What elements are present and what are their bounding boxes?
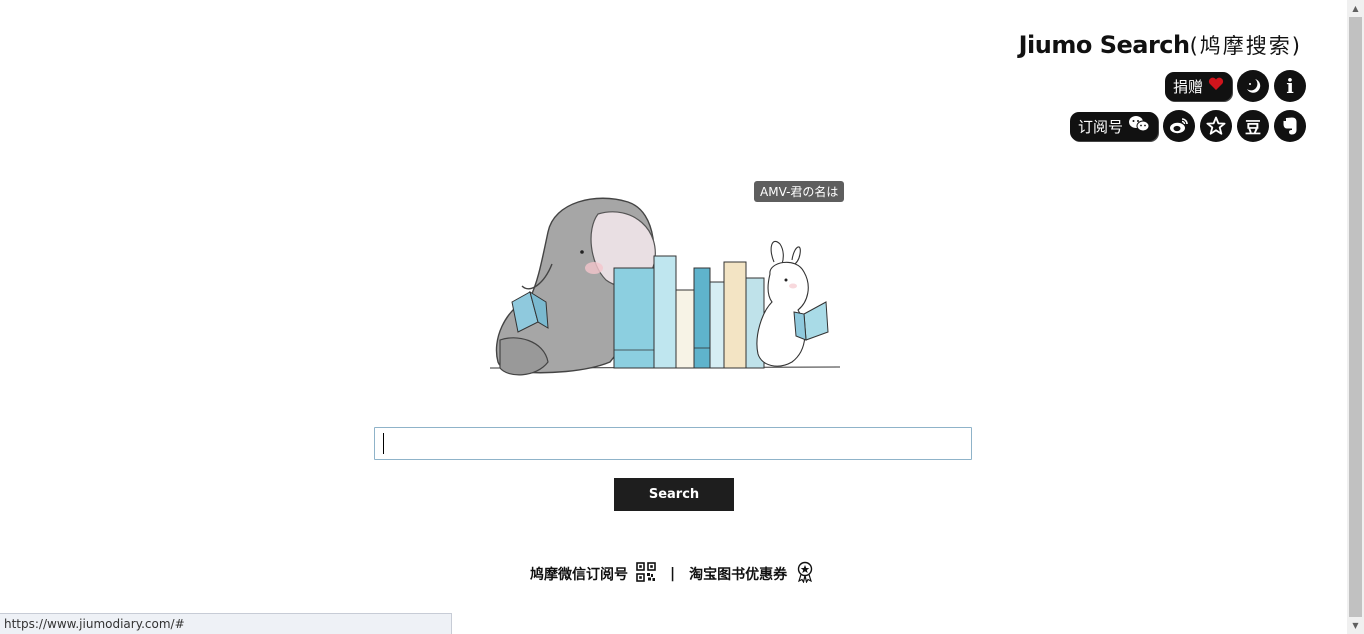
- wechat-subscription-link[interactable]: 鸠摩微信订阅号: [530, 564, 628, 584]
- taobao-coupon-link[interactable]: 淘宝图书优惠券: [689, 564, 787, 584]
- page: Jiumo Search(鸠摩搜索) 捐赠 i 订阅号 豆 AMV-君の名は S…: [0, 0, 1364, 634]
- footer-separator: |: [670, 566, 676, 582]
- donate-label: 捐赠: [1172, 77, 1203, 96]
- search-input[interactable]: [374, 427, 972, 460]
- star-icon: [1206, 116, 1226, 136]
- elephant-rabbit-reading-illustration[interactable]: [486, 190, 846, 389]
- wechat-icon: [1128, 115, 1150, 137]
- scroll-up-arrow-icon[interactable]: ▲: [1347, 0, 1364, 17]
- evernote-icon: [1281, 116, 1299, 136]
- subscribe-button[interactable]: 订阅号: [1069, 111, 1158, 141]
- scrollbar-thumb[interactable]: [1349, 17, 1362, 617]
- search-button[interactable]: Search: [614, 478, 734, 511]
- browser-status-bar: https://www.jiumodiary.com/#: [0, 613, 452, 634]
- favorite-button[interactable]: [1200, 110, 1232, 142]
- donate-button[interactable]: 捐赠: [1164, 71, 1232, 101]
- douban-icon: 豆: [1244, 118, 1261, 137]
- douban-button[interactable]: 豆: [1237, 110, 1269, 142]
- info-icon: i: [1286, 74, 1294, 98]
- site-title-cn: (鸠摩搜索): [1189, 34, 1302, 58]
- subscribe-label: 订阅号: [1077, 117, 1123, 136]
- heart-icon: [1208, 77, 1224, 95]
- footer-links: 鸠摩微信订阅号 | 淘宝图书优惠券: [530, 561, 815, 587]
- vertical-scrollbar[interactable]: ▲ ▼: [1347, 0, 1364, 634]
- text-caret: [383, 433, 384, 454]
- coupon-badge-icon[interactable]: [795, 561, 815, 587]
- qr-code-icon[interactable]: [636, 562, 656, 586]
- header-actions-row2: 订阅号 豆: [1069, 110, 1306, 142]
- site-title: Jiumo Search(鸠摩搜索): [1019, 30, 1302, 60]
- header-actions-row1: 捐赠 i: [1164, 70, 1306, 102]
- scroll-down-arrow-icon[interactable]: ▼: [1347, 617, 1364, 634]
- weibo-icon: [1169, 117, 1189, 135]
- evernote-button[interactable]: [1274, 110, 1306, 142]
- weibo-button[interactable]: [1163, 110, 1195, 142]
- night-mode-button[interactable]: [1237, 70, 1269, 102]
- site-title-en: Jiumo Search: [1018, 31, 1191, 59]
- moon-icon: [1244, 77, 1262, 95]
- info-button[interactable]: i: [1274, 70, 1306, 102]
